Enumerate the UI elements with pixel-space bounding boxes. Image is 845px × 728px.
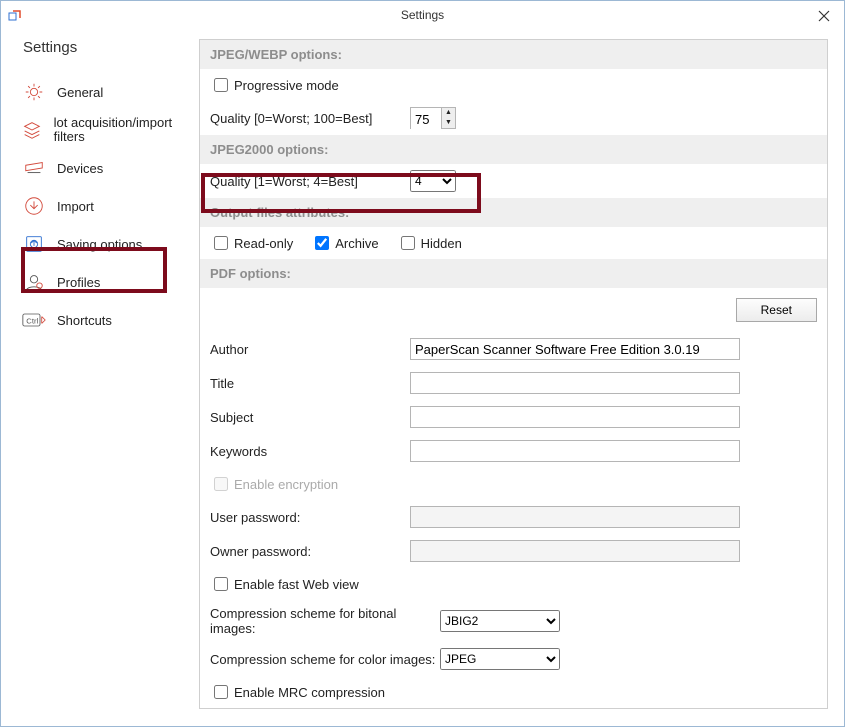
owner-password-label: Owner password: <box>210 544 410 559</box>
title-input[interactable] <box>410 372 740 394</box>
keywords-input[interactable] <box>410 440 740 462</box>
checkbox-input[interactable] <box>401 236 415 250</box>
keyboard-icon: Ctrl <box>21 311 47 329</box>
app-icon <box>7 7 23 23</box>
sidebar-item-devices[interactable]: Devices <box>15 150 193 186</box>
subject-label: Subject <box>210 410 410 425</box>
nav-label: General <box>57 85 103 100</box>
sidebar-title: Settings <box>15 39 199 56</box>
author-input[interactable] <box>410 338 740 360</box>
readonly-checkbox[interactable]: Read-only <box>210 233 293 253</box>
enable-mrc-checkbox[interactable]: Enable MRC compression <box>210 682 385 702</box>
jpeg2000-quality-select[interactable]: 4 <box>410 170 456 192</box>
nav-label: Shortcuts <box>57 313 112 328</box>
section-pdf: PDF options: <box>200 259 827 288</box>
label: Read-only <box>234 236 293 251</box>
nav-label: Saving options <box>57 237 142 252</box>
sidebar-item-profiles[interactable]: Profiles <box>15 264 193 300</box>
section-output-attrs: Output files attributes: <box>200 198 827 227</box>
spinner-input[interactable] <box>411 108 441 130</box>
sidebar-item-saving-options[interactable]: Saving options <box>15 226 193 262</box>
nav-label: Devices <box>57 161 103 176</box>
label: Archive <box>335 236 378 251</box>
settings-scroll[interactable]: JPEG/WEBP options: Progressive mode Qual… <box>199 39 828 709</box>
user-password-input[interactable] <box>410 506 740 528</box>
owner-password-input[interactable] <box>410 540 740 562</box>
label: Progressive mode <box>234 78 339 93</box>
sidebar-item-general[interactable]: General <box>15 74 193 110</box>
sidebar-item-shortcuts[interactable]: Ctrl Shortcuts <box>15 302 193 338</box>
spinner-down[interactable]: ▼ <box>442 118 455 128</box>
section-jpeg2000: JPEG2000 options: <box>200 135 827 164</box>
section-jpeg-webp: JPEG/WEBP options: <box>200 40 827 69</box>
nav-label: lot acquisition/import filters <box>54 116 187 145</box>
nav-label: Import <box>57 199 94 214</box>
comp-color-select[interactable]: JPEG <box>440 648 560 670</box>
spinner-up[interactable]: ▲ <box>442 108 455 118</box>
subject-input[interactable] <box>410 406 740 428</box>
close-icon[interactable] <box>814 5 834 25</box>
user-password-label: User password: <box>210 510 410 525</box>
keywords-label: Keywords <box>210 444 410 459</box>
checkbox-input[interactable] <box>214 685 228 699</box>
checkbox-input[interactable] <box>214 236 228 250</box>
label: Enable MRC compression <box>234 685 385 700</box>
sidebar-item-lot-acquisition[interactable]: lot acquisition/import filters <box>15 112 193 148</box>
progressive-mode-checkbox[interactable]: Progressive mode <box>210 75 339 95</box>
reset-button[interactable]: Reset <box>736 298 817 322</box>
spinner-arrows: ▲ ▼ <box>441 108 455 128</box>
archive-checkbox[interactable]: Archive <box>311 233 378 253</box>
label: Enable encryption <box>234 477 338 492</box>
jpeg-quality-label: Quality [0=Worst; 100=Best] <box>210 111 410 126</box>
content-area: JPEG/WEBP options: Progressive mode Qual… <box>199 29 844 728</box>
comp-color-label: Compression scheme for color images: <box>210 652 440 667</box>
comp-bitonal-select[interactable]: JBIG2 <box>440 610 560 632</box>
enable-encryption-checkbox[interactable]: Enable encryption <box>210 474 338 494</box>
svg-text:Ctrl: Ctrl <box>26 316 38 325</box>
nav-label: Profiles <box>57 275 100 290</box>
save-icon <box>21 233 47 255</box>
profile-icon <box>21 271 47 293</box>
titlebar: Settings <box>1 1 844 29</box>
scanner-icon <box>21 157 47 179</box>
jpeg2000-quality-label: Quality [1=Worst; 4=Best] <box>210 174 410 189</box>
window-title: Settings <box>401 8 444 22</box>
author-label: Author <box>210 342 410 357</box>
hidden-checkbox[interactable]: Hidden <box>397 233 462 253</box>
layers-icon <box>21 119 44 141</box>
checkbox-input[interactable] <box>214 577 228 591</box>
sidebar: Settings General lot acquisition/import … <box>1 29 199 728</box>
jpeg-quality-spinner[interactable]: ▲ ▼ <box>410 107 456 129</box>
import-icon <box>21 195 47 217</box>
label: Enable fast Web view <box>234 577 359 592</box>
gear-icon <box>21 81 47 103</box>
fast-web-view-checkbox[interactable]: Enable fast Web view <box>210 574 359 594</box>
checkbox-input[interactable] <box>214 477 228 491</box>
settings-window: Settings Settings General lot acquisitio… <box>0 0 845 727</box>
label: Hidden <box>421 236 462 251</box>
title-label: Title <box>210 376 410 391</box>
comp-bitonal-label: Compression scheme for bitonal images: <box>210 606 440 636</box>
sidebar-item-import[interactable]: Import <box>15 188 193 224</box>
checkbox-input[interactable] <box>315 236 329 250</box>
checkbox-input[interactable] <box>214 78 228 92</box>
body: Settings General lot acquisition/import … <box>1 29 844 728</box>
